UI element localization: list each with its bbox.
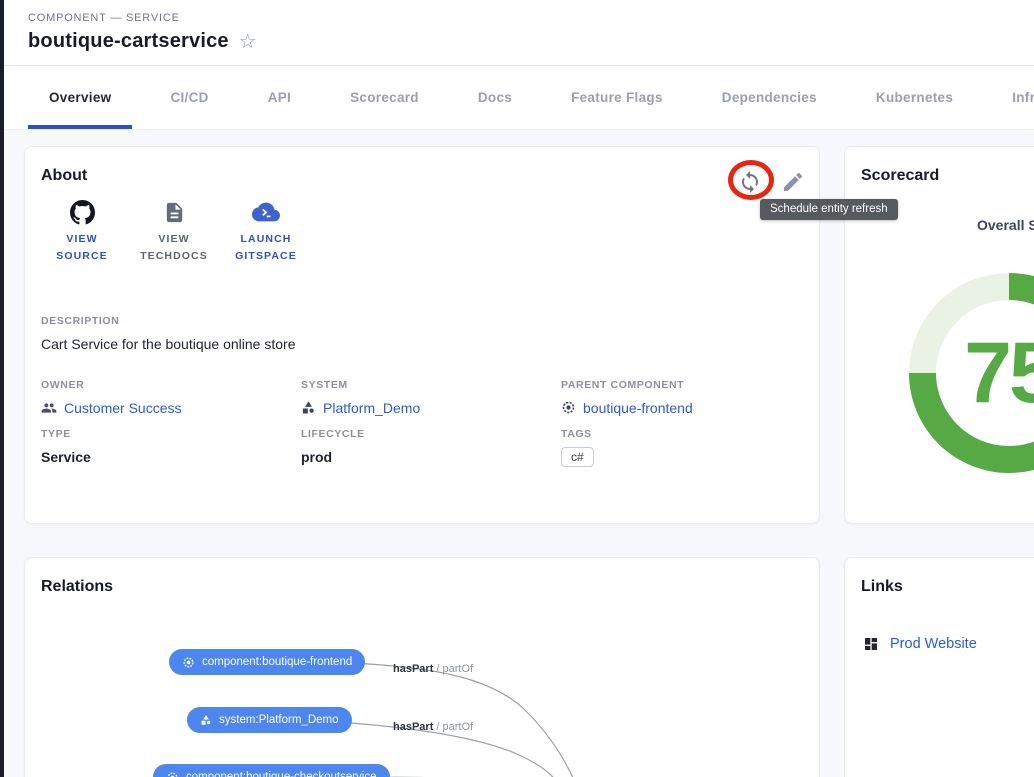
tab-overview[interactable]: Overview — [28, 66, 132, 129]
tab-cicd[interactable]: CI/CD — [149, 66, 229, 129]
field-type: TYPE Service — [41, 428, 301, 467]
description-value: Cart Service for the boutique online sto… — [41, 336, 803, 352]
page-title: boutique-cartservice — [28, 30, 229, 53]
launch-gitspace-button[interactable]: LAUNCH GITSPACE — [225, 199, 307, 266]
component-icon — [166, 771, 179, 777]
relations-graph: component:boutique-frontend system:Platf… — [25, 558, 819, 777]
view-source-button[interactable]: VIEW SOURCE — [41, 199, 123, 266]
tag-chip[interactable]: c# — [561, 447, 594, 467]
github-icon — [70, 200, 95, 225]
about-actions: VIEW SOURCE VIEW TECHDOCS — [41, 199, 803, 266]
node-boutique-frontend[interactable]: component:boutique-frontend — [169, 649, 365, 675]
prod-website-link[interactable]: Prod Website — [890, 636, 977, 652]
link-item-prod-website[interactable]: Prod Website — [863, 636, 1034, 652]
links-card: Links Prod Website — [844, 557, 1034, 777]
refresh-icon — [738, 170, 762, 194]
schedule-refresh-tooltip: Schedule entity refresh — [760, 199, 898, 220]
type-value: Service — [41, 449, 301, 465]
lifecycle-value: prod — [301, 449, 561, 465]
view-techdocs-button[interactable]: VIEW TECHDOCS — [133, 199, 215, 266]
component-icon — [182, 656, 195, 669]
entity-page: COMPONENT — SERVICE boutique-cartservice… — [4, 0, 1034, 777]
about-card: About — [24, 146, 820, 524]
owner-link[interactable]: Customer Success — [64, 400, 181, 416]
score-gauge: 75 — [909, 273, 1034, 473]
tab-infrastructure[interactable]: Infrastructure — [991, 66, 1034, 129]
node-platform-demo[interactable]: system:Platform_Demo — [187, 707, 352, 733]
system-icon — [200, 714, 212, 726]
page-header: COMPONENT — SERVICE boutique-cartservice… — [4, 0, 1034, 66]
parent-component-link[interactable]: boutique-frontend — [583, 400, 693, 416]
tab-docs[interactable]: Docs — [457, 66, 533, 129]
field-tags: TAGS c# — [561, 428, 801, 467]
about-fields: OWNER Customer Success SYSTEM Pla — [41, 379, 803, 467]
relations-card: Relations component:boutique-frontend — [24, 557, 820, 777]
scorecard-title: Scorecard — [861, 167, 1034, 185]
field-lifecycle: LIFECYCLE prod — [301, 428, 561, 467]
component-icon — [561, 400, 576, 415]
system-link[interactable]: Platform_Demo — [323, 400, 420, 416]
launch-gitspace-label: LAUNCH GITSPACE — [235, 231, 297, 266]
edge-label-haspart-1: hasPart / partOf — [393, 663, 473, 675]
links-title: Links — [861, 578, 1034, 596]
field-parent-component: PARENT COMPONENT boutique-frontend — [561, 379, 801, 416]
tab-feature-flags[interactable]: Feature Flags — [550, 66, 684, 129]
tab-scorecard[interactable]: Scorecard — [329, 66, 440, 129]
edit-button[interactable] — [781, 170, 805, 194]
view-techdocs-label: VIEW TECHDOCS — [140, 231, 208, 266]
about-card-tools — [738, 170, 805, 194]
score-value: 75 — [964, 324, 1034, 423]
favorite-star-icon[interactable]: ☆ — [239, 32, 257, 52]
collapsed-sidebar-edge — [0, 0, 4, 777]
tab-kubernetes[interactable]: Kubernetes — [855, 66, 974, 129]
techdocs-icon — [163, 201, 186, 224]
tab-dependencies[interactable]: Dependencies — [701, 66, 838, 129]
field-system: SYSTEM Platform_Demo — [301, 379, 561, 416]
overall-score-label: Overall Score — [977, 217, 1034, 233]
content-area: About — [4, 130, 1034, 777]
dashboard-icon — [863, 636, 879, 652]
description-label: DESCRIPTION — [41, 315, 803, 327]
view-source-label: VIEW SOURCE — [56, 231, 108, 266]
field-owner: OWNER Customer Success — [41, 379, 301, 416]
node-boutique-checkoutservice[interactable]: component:boutique-checkoutservice — [153, 764, 390, 777]
gitspace-cloud-icon — [252, 200, 280, 224]
system-icon — [301, 400, 316, 415]
breadcrumb: COMPONENT — SERVICE — [28, 12, 1034, 24]
pencil-icon — [781, 170, 805, 194]
group-icon — [41, 400, 57, 416]
refresh-button[interactable] — [738, 170, 762, 194]
about-title: About — [41, 167, 803, 185]
edge-label-haspart-2: hasPart / partOf — [393, 721, 473, 733]
tab-bar: Overview CI/CD API Scorecard Docs Featur… — [4, 66, 1034, 130]
tab-api[interactable]: API — [247, 66, 312, 129]
